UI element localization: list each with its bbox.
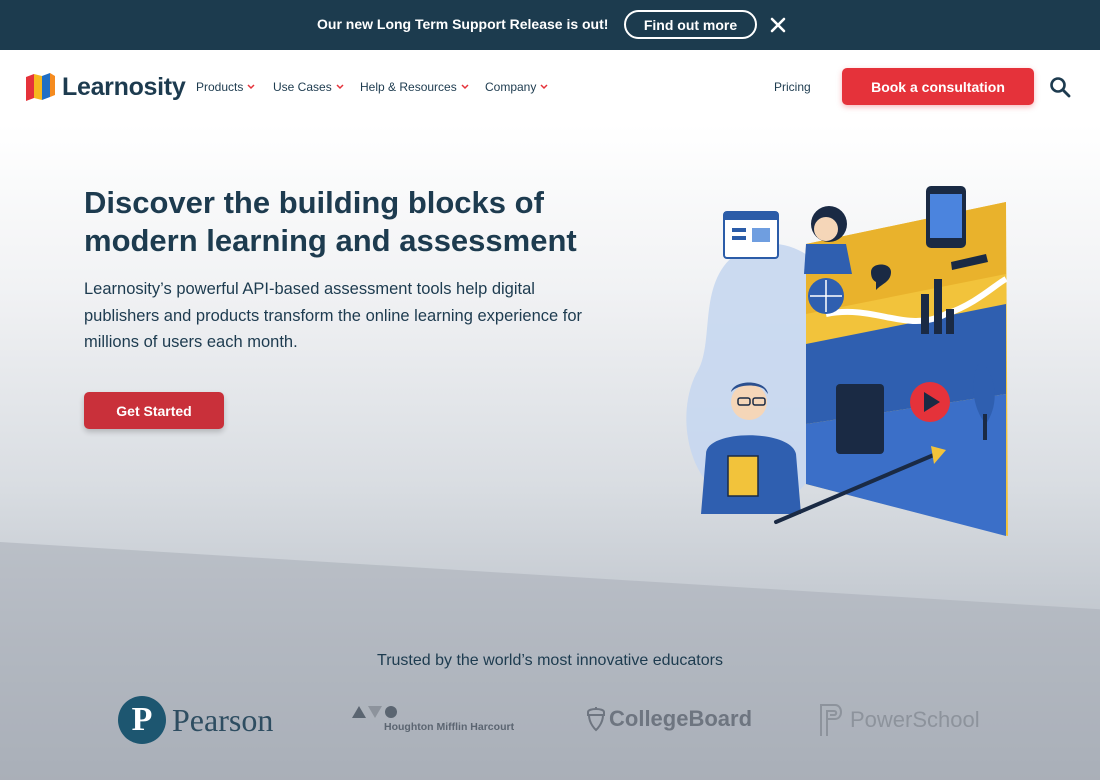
partner-logos: P Pearson Houghton Mifflin Harcourt Coll…	[0, 692, 1100, 752]
nav-products[interactable]: Products	[196, 80, 255, 94]
nav-label: Products	[196, 80, 244, 94]
chevron-down-icon	[461, 84, 469, 90]
nav-label: Help & Resources	[360, 80, 457, 94]
pearson-mark-icon: P	[118, 696, 166, 744]
get-started-button[interactable]: Get Started	[84, 392, 224, 429]
hero-title-line-1: Discover the building blocks of	[84, 185, 544, 220]
pearson-logo: P Pearson	[118, 696, 273, 744]
announcement-bar: Our new Long Term Support Release is out…	[0, 0, 1100, 50]
announcement-text: Our new Long Term Support Release is out…	[317, 16, 609, 32]
chevron-down-icon	[247, 84, 255, 90]
nav-label: Use Cases	[273, 80, 332, 94]
nav-company[interactable]: Company	[485, 80, 548, 94]
logo-text: Learnosity	[62, 72, 186, 101]
nav-use-cases[interactable]: Use Cases	[273, 80, 344, 94]
hmh-shapes-icon	[352, 706, 397, 718]
nav-help-resources[interactable]: Help & Resources	[360, 80, 469, 94]
trusted-heading: Trusted by the world’s most innovative e…	[377, 652, 723, 669]
find-out-more-button[interactable]: Find out more	[624, 10, 757, 39]
search-icon[interactable]	[1049, 76, 1071, 98]
hero-title: Discover the building blocks of modern l…	[84, 184, 644, 260]
pearson-text: Pearson	[172, 701, 274, 738]
book-consultation-button[interactable]: Book a consultation	[842, 68, 1034, 105]
logo[interactable]: Learnosity	[24, 69, 186, 105]
powerschool-logo: PowerSchool	[818, 702, 980, 738]
collegeboard-logo: CollegeBoard	[585, 706, 752, 732]
acorn-icon	[587, 707, 605, 732]
learnosity-logo-icon	[26, 73, 55, 101]
close-icon[interactable]	[768, 15, 788, 35]
hero-section: Discover the building blocks of modern l…	[0, 124, 1100, 780]
chevron-down-icon	[540, 84, 548, 90]
powerschool-mark-icon	[820, 704, 842, 736]
nav-pricing[interactable]: Pricing	[774, 80, 811, 94]
hero-illustration	[686, 186, 1008, 536]
chevron-down-icon	[336, 84, 344, 90]
hmh-logo: Houghton Mifflin Harcourt	[352, 704, 514, 733]
nav-label: Company	[485, 80, 537, 94]
collegeboard-text: CollegeBoard	[609, 706, 753, 731]
site-header: Learnosity Products Use Cases Help & Res…	[0, 50, 1100, 124]
hero-title-line-2: modern learning and assessment	[84, 223, 577, 258]
powerschool-text: PowerSchool	[850, 707, 980, 732]
hero-description: Learnosity’s powerful API-based assessme…	[84, 280, 583, 351]
hmh-text: Houghton Mifflin Harcourt	[384, 721, 515, 733]
